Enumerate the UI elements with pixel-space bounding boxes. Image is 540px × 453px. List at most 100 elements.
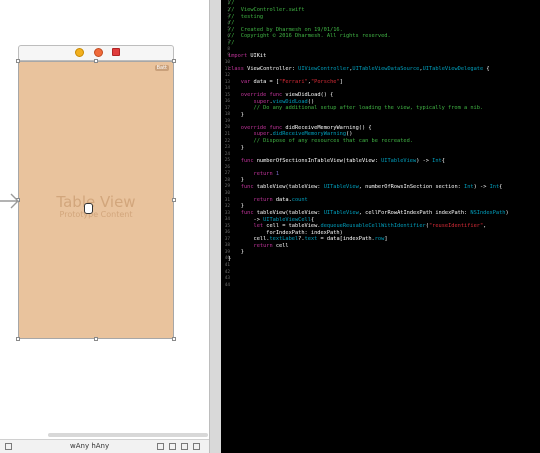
resize-handle-middle-right[interactable] (172, 198, 176, 202)
code-token-keyword: import (228, 52, 248, 59)
code-line[interactable]: override func didReceiveMemoryWarning() … (228, 125, 372, 131)
code-token-plain: } (228, 255, 232, 262)
code-line[interactable]: } (228, 249, 244, 255)
code-token-plain: } (228, 144, 244, 151)
align-icon[interactable] (157, 443, 164, 450)
code-token-plain: , numberOfRowsInSection section: (358, 183, 465, 190)
line-number: 44 (224, 282, 230, 288)
code-token-type: row (374, 236, 385, 243)
code-line[interactable]: return cell (228, 243, 289, 249)
table-view-placeholder-subtitle: Prototype Content (59, 210, 133, 219)
code-token-plain: ] (384, 236, 388, 243)
code-line[interactable]: } (228, 145, 244, 151)
code-line[interactable]: import UIKit (228, 53, 266, 59)
code-line[interactable]: // Created by Dharmesh on 19/01/16. (228, 27, 343, 33)
code-token-plain: data = [ (250, 79, 280, 85)
code-token-type: count (291, 196, 308, 203)
code-line[interactable]: return 1 (228, 171, 280, 177)
code-editor[interactable]: 1 2 3 4 5 6 7 8 9 10 11 12 13 14 15 16 17 18 19 20 21 22 23 24 2… (221, 0, 540, 453)
code-token-plain: ViewController: (243, 65, 299, 72)
resolve-issues-icon[interactable] (181, 443, 188, 450)
code-line[interactable]: } (228, 256, 231, 262)
code-token-type: Int (432, 157, 442, 164)
code-line[interactable]: // (228, 0, 234, 6)
code-line[interactable]: // ViewController.swift (228, 7, 305, 13)
resize-handle-bottom-right[interactable] (172, 337, 176, 341)
code-line[interactable]: // (228, 20, 234, 26)
code-token-plain: viewDidLoad() { (282, 92, 334, 99)
first-responder-icon[interactable] (94, 48, 103, 57)
code-token-type: didReceiveMemoryWarning (272, 131, 347, 138)
code-line[interactable]: var data = ["Ferrari","Porsche"] (228, 79, 343, 85)
view-controller-icon[interactable] (75, 48, 84, 57)
resize-handle-top-left[interactable] (16, 59, 20, 63)
exit-icon[interactable] (112, 48, 120, 56)
code-line[interactable]: class ViewController: UIViewController,U… (228, 66, 490, 72)
code-line[interactable]: func tableView(tableView: UITableView, c… (228, 210, 509, 216)
resize-handle-bottom-center[interactable] (94, 337, 98, 341)
table-view-scene[interactable]: Batt Table View Prototype Content (18, 61, 174, 339)
code-token-type: UITableView (323, 183, 359, 190)
code-token-keyword: super (253, 98, 270, 105)
initial-view-controller-arrow-icon (0, 193, 19, 209)
code-token-type: UIViewController (298, 65, 350, 72)
code-token-type: UITableViewDataSource (352, 65, 420, 72)
code-token-comment: // Dispose of any resources that can be … (228, 137, 413, 144)
code-line[interactable]: -> UITableViewCell{ (228, 217, 315, 223)
code-line[interactable]: } (228, 177, 244, 183)
code-token-plain: } (228, 203, 244, 210)
code-token-string: "Ferrari" (279, 79, 308, 85)
mouse-pointer-icon (84, 203, 93, 214)
code-token-keyword: return (253, 242, 273, 249)
code-line[interactable]: // testing (228, 14, 263, 20)
resizing-behavior-icon[interactable] (193, 443, 200, 450)
resize-handle-bottom-left[interactable] (16, 337, 20, 341)
code-token-plain: cell = tableView. (263, 223, 321, 230)
document-outline-toggle-icon[interactable] (5, 443, 12, 450)
code-token-type: Int (464, 183, 474, 190)
code-token-plain: forIndexPath: indexPath) (228, 229, 343, 236)
code-token-plain: () (307, 98, 315, 105)
line-number: 26 (224, 164, 230, 170)
code-token-keyword: return (253, 196, 273, 203)
resize-handle-top-center[interactable] (94, 59, 98, 63)
code-line[interactable]: func numberOfSectionsInTableView(tableVi… (228, 158, 445, 164)
code-line[interactable]: let cell = tableView.dequeueReusableCell… (228, 223, 487, 230)
code-line[interactable]: // Copyright © 2016 Dharmesh. All rights… (228, 33, 391, 39)
pin-icon[interactable] (169, 443, 176, 450)
code-line[interactable]: } (228, 203, 244, 209)
line-number: 14 (224, 86, 230, 92)
code-line[interactable]: forIndexPath: indexPath) (228, 230, 343, 236)
line-number: 41 (224, 263, 230, 268)
code-token-keyword: var (240, 79, 251, 85)
assistant-editor-divider[interactable] (209, 0, 221, 453)
code-line[interactable]: super.didReceiveMemoryWarning() (228, 131, 353, 138)
resize-handle-top-right[interactable] (172, 59, 176, 63)
code-token-string: "reuseIdentifier" (428, 223, 484, 230)
code-line[interactable]: override func viewDidLoad() { (228, 92, 334, 99)
code-token-keyword: func (240, 183, 254, 190)
code-line[interactable]: super.viewDidLoad() (228, 98, 315, 105)
code-line[interactable]: // (228, 40, 234, 46)
code-token-plain: numberOfSectionsInTableView(tableView: (253, 157, 382, 164)
line-number: 10 (224, 59, 230, 65)
code-token-type: NSIndexPath (470, 210, 506, 216)
code-line[interactable]: // Dispose of any resources that can be … (228, 138, 413, 144)
storyboard-canvas[interactable]: Batt Table View Prototype Content wAny h… (0, 0, 209, 453)
code-token-type: text (304, 236, 318, 243)
code-line[interactable]: func tableView(tableView: UITableView, n… (228, 183, 503, 190)
size-class-button[interactable]: wAny hAny (70, 442, 109, 450)
horizontal-scrollbar[interactable] (48, 433, 208, 437)
code-line[interactable]: } (228, 112, 244, 118)
code-line[interactable]: // Do any additional setup after loading… (228, 105, 484, 111)
code-token-plain: ) (505, 210, 509, 216)
code-line[interactable]: return data.count (228, 197, 308, 203)
code-token-type: UITableViewDelegate (422, 65, 484, 72)
code-token-plain: , (483, 223, 487, 230)
code-line[interactable]: cell.textLabel?.text = data[indexPath.ro… (228, 236, 388, 242)
